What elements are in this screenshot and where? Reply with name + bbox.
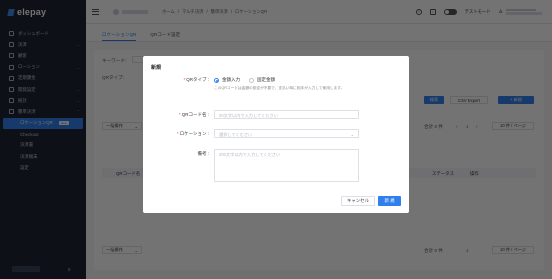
- cancel-button[interactable]: キャンセル: [341, 196, 375, 206]
- qr-type-hint: このQRコードは金額の設定が不要で、支払い時に相手が入力して使用します。: [214, 86, 345, 90]
- required-mark: *: [178, 112, 181, 117]
- app-root: elepay ダッシュボード 決済⌄ 顧客 ローション⌄ 定期課金 開発設定⌄ …: [0, 0, 552, 279]
- location-placeholder: 選択してください: [219, 132, 253, 137]
- chevron-down-icon: ⌄: [350, 131, 354, 137]
- radio-selected-icon: [214, 77, 219, 83]
- location-select[interactable]: 選択してください ⌄: [214, 129, 359, 138]
- qr-type-label: *QRタイプ :: [183, 77, 209, 83]
- radio-fixed-amount[interactable]: 固定金額: [249, 77, 275, 83]
- radio-label: 固定金額: [257, 77, 275, 82]
- qr-name-input[interactable]: 20文字以内で入力してください: [214, 110, 359, 119]
- required-mark: *: [183, 77, 186, 82]
- modal-title: 新規: [151, 65, 162, 71]
- required-mark: *: [176, 131, 179, 136]
- radio-unselected-icon: [249, 77, 254, 83]
- location-label: *ロケーション :: [177, 131, 209, 137]
- radio-amount-input[interactable]: 金額入力: [214, 77, 240, 83]
- qr-name-label-text: QRコード名 :: [181, 112, 209, 117]
- qr-type-label-text: QRタイプ :: [186, 77, 209, 82]
- qr-name-label: *QRコード名 :: [179, 112, 209, 118]
- location-label-text: ロケーション :: [179, 131, 209, 136]
- notes-label: 備考 :: [197, 151, 209, 156]
- notes-textarea[interactable]: 200文字以内で入力してください: [214, 149, 359, 182]
- new-qr-modal: 新規 *QRタイプ : 金額入力 固定金額 このQRコードは金額の設定が不要で、…: [143, 56, 409, 213]
- create-button[interactable]: 新 規: [378, 196, 401, 206]
- radio-label: 金額入力: [222, 77, 240, 82]
